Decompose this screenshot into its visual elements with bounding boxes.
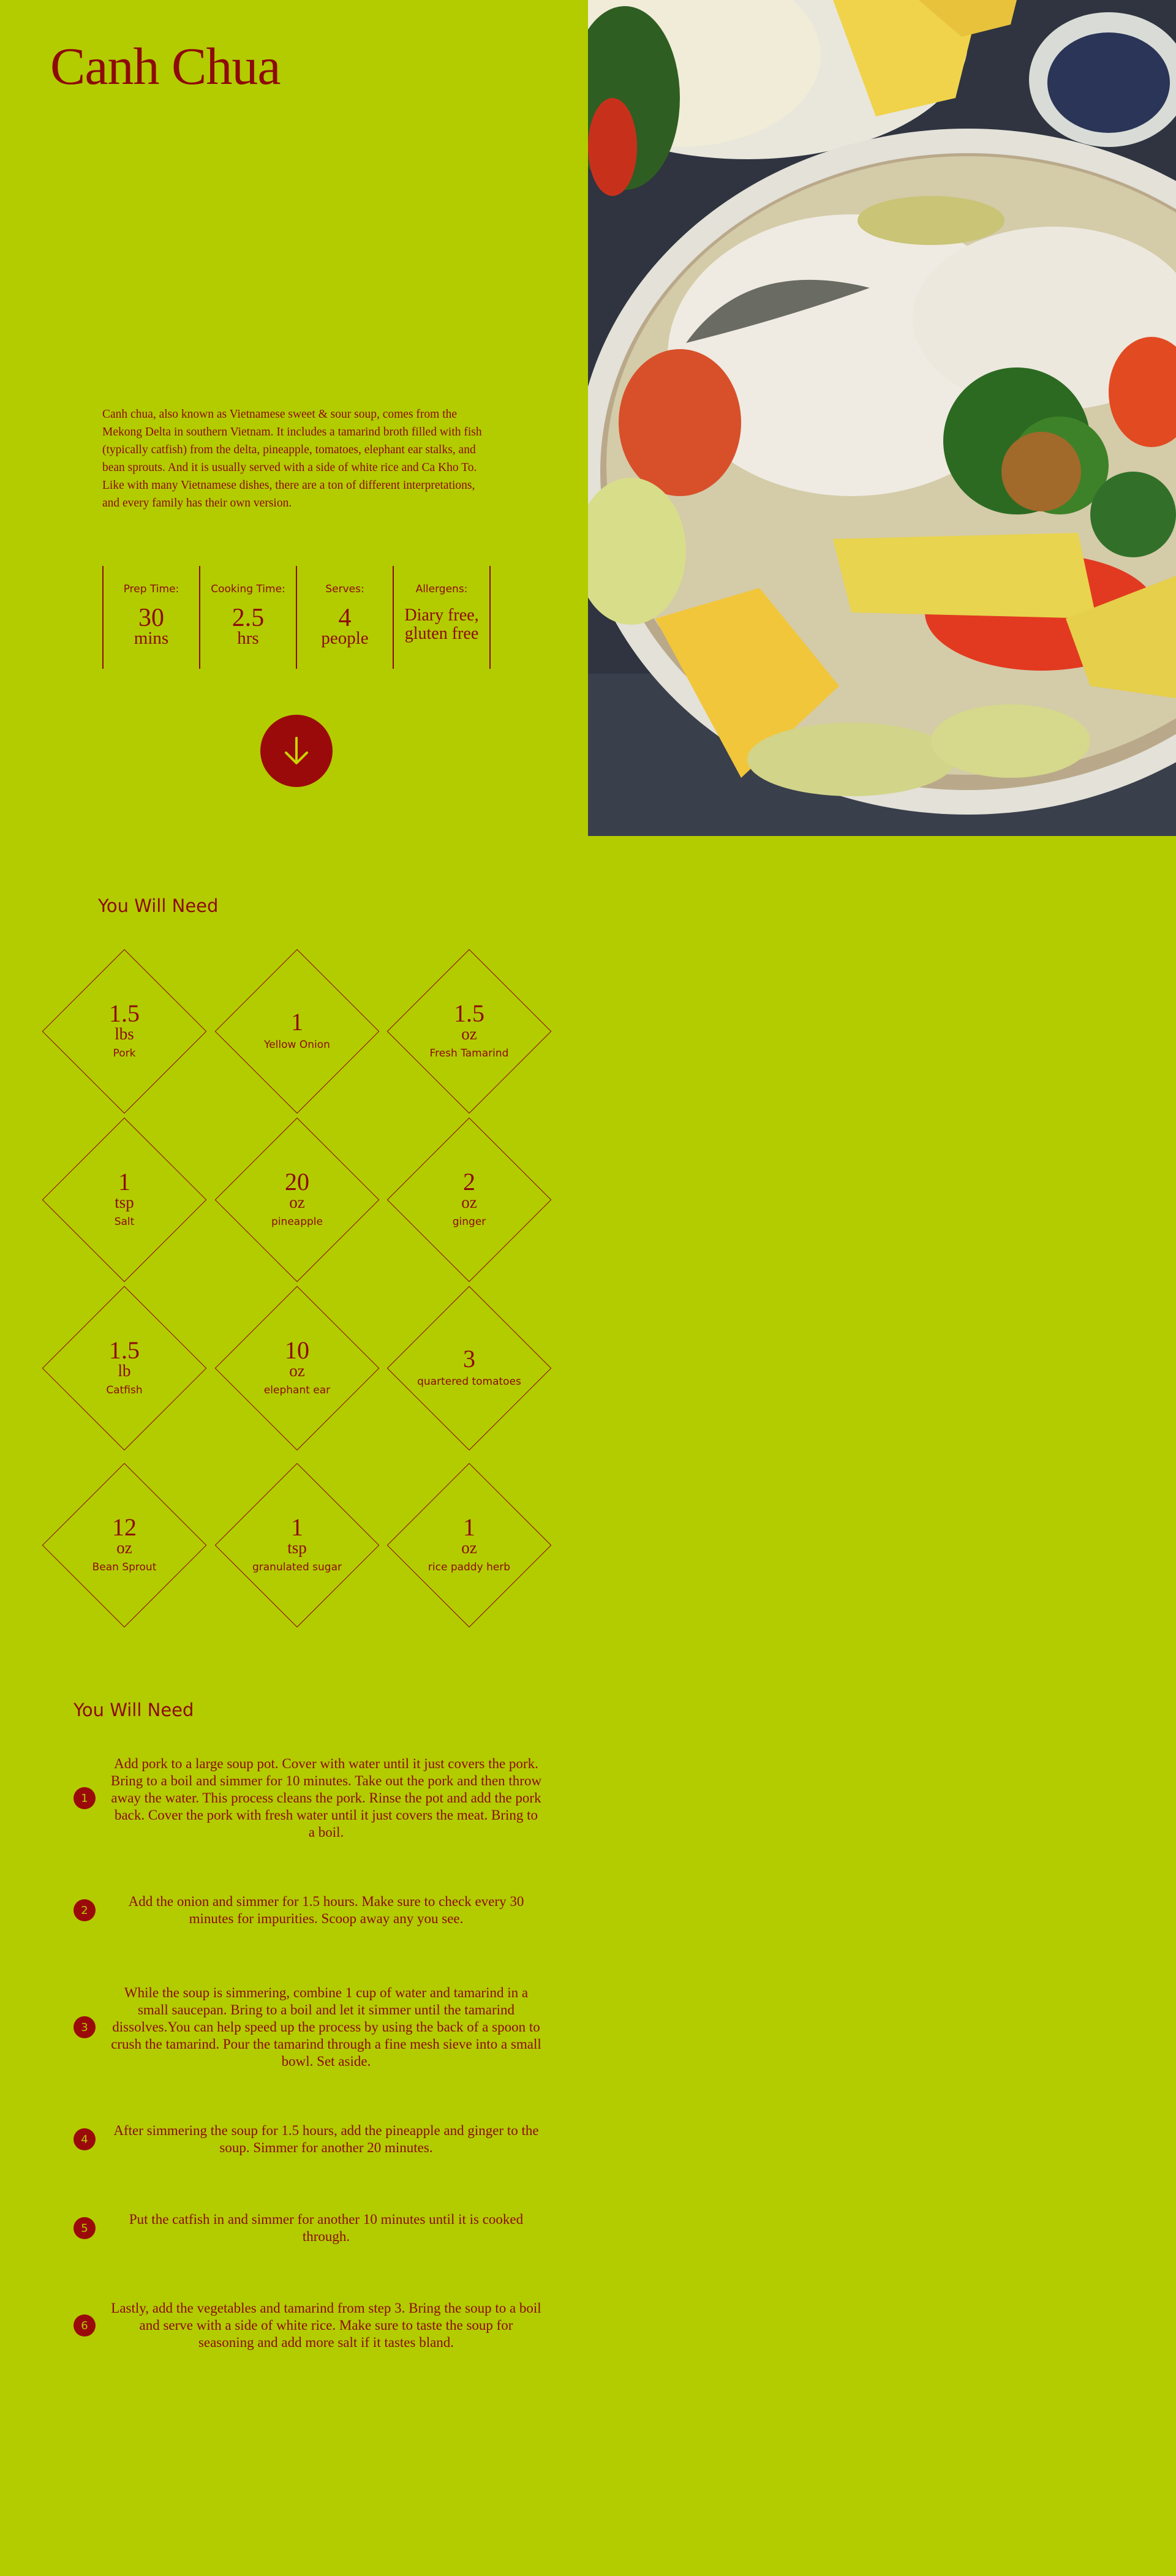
ingredient-name: Pork [113,1047,136,1060]
ingredient-name: elephant ear [263,1384,331,1396]
stat-label: Serves: [325,583,364,595]
ingredient-name: Catfish [106,1384,143,1396]
stat-serves: Serves: 4 people [296,566,393,669]
recipe-stats: Prep Time: 30 mins Cooking Time: 2.5 hrs… [102,566,491,669]
stat-value: 30 [138,604,164,632]
direction-step: 1 Add pork to a large soup pot. Cover wi… [74,1755,545,1841]
directions-heading: You Will Need [74,1700,194,1720]
stat-label: Prep Time: [123,583,179,595]
step-number-badge: 2 [74,1899,96,1921]
ingredient-quantity: 1 [463,1513,475,1541]
direction-step: 4 After simmering the soup for 1.5 hours… [74,2122,545,2156]
recipe-description: Canh chua, also known as Vietnamese swee… [102,408,482,510]
stat-label: Cooking Time: [211,583,285,595]
step-number-badge: 6 [74,2314,96,2337]
ingredient-item: 1 tsp granulated sugar [214,1463,380,1628]
stat-allergens: Allergens: Diary free, gluten free [393,566,491,669]
ingredient-name: Salt [114,1216,135,1228]
soup-photo [588,0,1176,836]
step-text: After simmering the soup for 1.5 hours, … [113,2123,539,2155]
hero-text-panel: Canh Chua Canh chua, also known as Vietn… [0,0,588,836]
ingredient-quantity: 1 [118,1168,130,1196]
ingredient-quantity: 2 [463,1168,475,1196]
ingredient-quantity: 1.5 [454,1000,484,1027]
direction-step: 6 Lastly, add the vegetables and tamarin… [74,2300,545,2351]
stat-cooking-time: Cooking Time: 2.5 hrs [199,566,296,669]
ingredient-unit: oz [116,1538,132,1557]
ingredient-quantity: 10 [285,1336,309,1364]
stat-unit: people [321,628,369,648]
ingredient-unit: oz [461,1538,477,1557]
ingredient-unit: oz [289,1193,305,1211]
ingredient-quantity: 3 [463,1345,475,1373]
ingredient-name: pineapple [271,1216,323,1228]
step-text: Lastly, add the vegetables and tamarind … [111,2300,541,2350]
ingredient-quantity: 20 [285,1168,309,1196]
ingredient-item: 3 quartered tomatoes [386,1286,552,1451]
ingredient-unit: oz [289,1361,305,1380]
stat-value: 2.5 [232,604,265,632]
ingredient-unit: lbs [115,1025,134,1043]
ingredient-item: 2 oz ginger [386,1117,552,1282]
stat-value: Diary free, gluten free [404,606,479,643]
ingredient-quantity: 1 [291,1513,303,1541]
ingredient-name: Yellow Onion [264,1039,330,1051]
hero-section: Canh Chua Canh chua, also known as Vietn… [0,0,1176,836]
ingredient-name: granulated sugar [252,1561,342,1573]
stat-prep-time: Prep Time: 30 mins [102,566,199,669]
stat-unit: mins [134,628,169,648]
ingredient-name: Bean Sprout [92,1561,157,1573]
direction-step: 5 Put the catfish in and simmer for anot… [74,2211,545,2245]
ingredient-unit: oz [461,1193,477,1211]
step-number-badge: 3 [74,2016,96,2038]
step-text: Add the onion and simmer for 1.5 hours. … [128,1894,524,1926]
ingredients-heading: You Will Need [98,895,219,916]
page-title: Canh Chua [50,37,281,96]
stat-unit: hrs [237,628,259,648]
step-text: Put the catfish in and simmer for anothe… [129,2212,524,2244]
ingredient-quantity: 12 [112,1513,137,1541]
stat-value: 4 [338,604,352,632]
ingredient-quantity: 1.5 [109,1000,140,1027]
ingredient-item: 1 oz rice paddy herb [386,1463,552,1628]
soup-illustration [588,0,1176,836]
ingredient-item: 1.5 lbs Pork [42,949,207,1114]
stat-label: Allergens: [415,583,468,595]
ingredient-unit: tsp [287,1538,307,1557]
ingredient-item: 1.5 lb Catfish [42,1286,207,1451]
ingredient-unit: lb [118,1361,131,1380]
ingredient-item: 1 Yellow Onion [214,949,380,1114]
step-number-badge: 1 [74,1787,96,1809]
ingredient-name: ginger [452,1216,486,1228]
scroll-down-button[interactable] [260,715,333,787]
ingredient-item: 1 tsp Salt [42,1117,207,1282]
ingredient-name: rice paddy herb [428,1561,511,1573]
ingredient-item: 12 oz Bean Sprout [42,1463,207,1628]
ingredient-unit: oz [461,1025,477,1043]
direction-step: 2 Add the onion and simmer for 1.5 hours… [74,1893,545,1927]
direction-step: 3 While the soup is simmering, combine 1… [74,1984,545,2070]
ingredient-quantity: 1 [291,1008,303,1036]
step-number-badge: 5 [74,2217,96,2239]
step-number-badge: 4 [74,2128,96,2150]
ingredient-item: 1.5 oz Fresh Tamarind [386,949,552,1114]
ingredient-name: Fresh Tamarind [429,1047,509,1060]
ingredient-quantity: 1.5 [109,1336,140,1364]
ingredient-item: 20 oz pineapple [214,1117,380,1282]
step-text: Add pork to a large soup pot. Cover with… [110,1756,542,1840]
ingredient-name: quartered tomatoes [417,1376,521,1388]
step-text: While the soup is simmering, combine 1 c… [111,1985,541,2069]
ingredient-unit: tsp [115,1193,134,1211]
ingredient-item: 10 oz elephant ear [214,1286,380,1451]
arrow-down-icon [285,737,308,764]
